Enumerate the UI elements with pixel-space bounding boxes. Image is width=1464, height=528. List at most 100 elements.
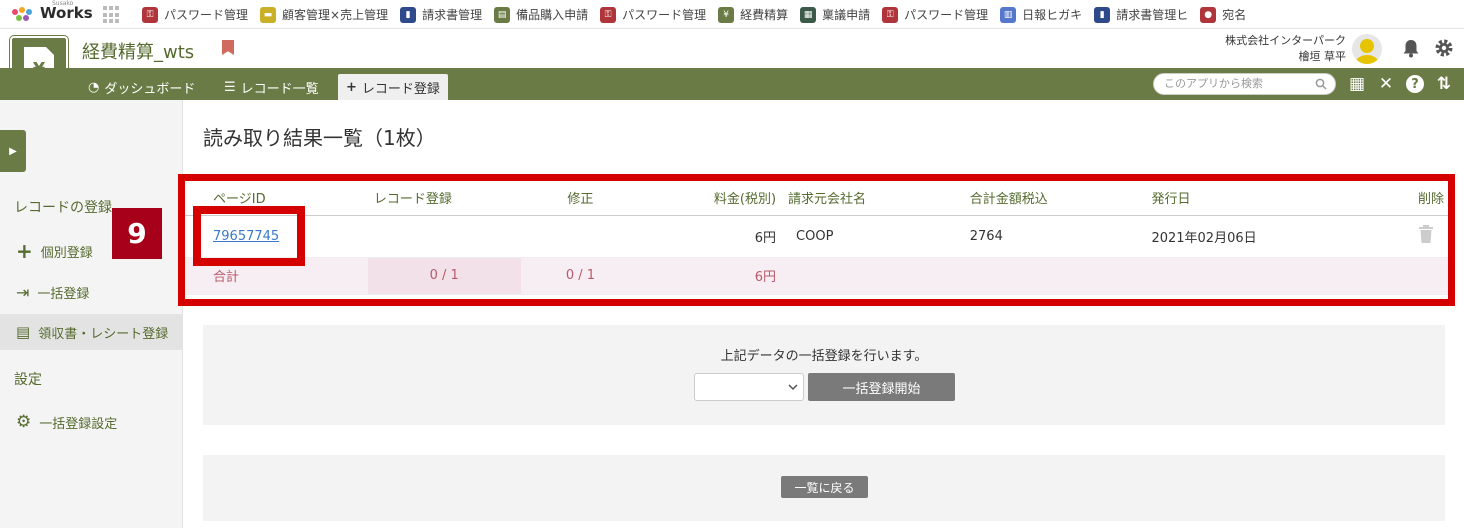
header-date: 発行日 bbox=[1145, 181, 1332, 216]
tools-icon[interactable]: ✕ bbox=[1376, 74, 1396, 94]
page-title: 読み取り結果一覧（1枚） bbox=[203, 126, 436, 150]
app-shortcut-label: パスワード管理 bbox=[164, 8, 249, 22]
app-grid-icon[interactable] bbox=[103, 6, 121, 24]
app-shortcut-label: 経費精算 bbox=[740, 8, 789, 22]
tab-record-list[interactable]: ☰ レコード一覧 bbox=[216, 74, 327, 100]
tab-label: レコード一覧 bbox=[240, 81, 319, 97]
bulk-start-button[interactable]: 一括登録開始 bbox=[808, 373, 955, 401]
sidebar-item-label: 一括登録設定 bbox=[39, 416, 118, 432]
yen-app-icon: ¥ bbox=[718, 6, 735, 23]
trash-icon[interactable] bbox=[1418, 225, 1434, 243]
user-icon bbox=[1355, 39, 1379, 64]
summary-empty bbox=[782, 257, 964, 295]
invoice-app-icon: ▮ bbox=[400, 6, 417, 23]
cell-record bbox=[367, 215, 521, 258]
header-delete: 削除 bbox=[1331, 181, 1448, 216]
tab-label: レコード登録 bbox=[361, 81, 440, 97]
sidebar-item-bulk-settings[interactable]: ⚙ 一括登録設定 bbox=[0, 404, 182, 440]
user-name: 檜垣 草平 bbox=[1298, 50, 1347, 63]
sidebar-item-bulk[interactable]: ⇥ 一括登録 bbox=[0, 274, 182, 310]
app-shortcut[interactable]: ⚿ パスワード管理 bbox=[882, 0, 988, 29]
lock-app-icon: ⚿ bbox=[882, 6, 899, 23]
app-shortcuts: ⚿ パスワード管理 ▬ 顧客管理×売上管理 ▮ 請求書管理 ▤ 備品購入申請 ⚿ パスワード管理 ¥… bbox=[142, 0, 1258, 29]
summary-empty bbox=[963, 257, 1146, 295]
label-app-icon: ● bbox=[1200, 6, 1217, 23]
app-shortcut[interactable]: ⚿ パスワード管理 bbox=[142, 0, 248, 29]
bookmark-icon[interactable] bbox=[222, 40, 234, 55]
avatar[interactable] bbox=[1352, 34, 1382, 64]
app-shortcut[interactable]: ▮ 請求書管理 bbox=[400, 0, 482, 29]
summary-fee: 6円 bbox=[640, 257, 783, 295]
report-app-icon: ▥ bbox=[1000, 6, 1017, 23]
header-company: 請求元会社名 bbox=[782, 181, 964, 216]
table-row: 79657745 6円 COOP 2764 2021年02月06日 bbox=[185, 215, 1448, 258]
header-fee: 料金(税別) bbox=[640, 181, 783, 216]
table-header-row: ページID レコード登録 修正 料金(税別) 請求元会社名 合計金額税込 発行日… bbox=[185, 181, 1448, 216]
app-shortcut[interactable]: ▥ 日報ヒガキ bbox=[1000, 0, 1082, 29]
bulk-register-panel: 上記データの一括登録を行います。 一括登録開始 bbox=[203, 325, 1445, 425]
app-shortcut-label: 宛名 bbox=[1222, 8, 1247, 22]
back-to-list-button[interactable]: 一覧に戻る bbox=[781, 476, 868, 498]
lock-app-icon: ⚿ bbox=[142, 6, 158, 23]
receipt-icon: ▤ bbox=[16, 323, 31, 341]
app-shortcut-label: 請求書管理ヒ bbox=[1116, 8, 1189, 22]
app-shortcut-label: 稟議申請 bbox=[822, 8, 871, 22]
top-bar: Susako Works ⚿ パスワード管理 ▬ 顧客管理×売上管理 ▮ 請求書管理 ▤ 備品… bbox=[0, 0, 1464, 29]
cart-app-icon: ▬ bbox=[260, 6, 277, 23]
app-shortcut[interactable]: ▦ 稟議申請 bbox=[800, 0, 870, 29]
back-panel: 一覧に戻る bbox=[203, 455, 1445, 521]
bulk-select[interactable] bbox=[694, 373, 804, 401]
plus-icon: + bbox=[16, 239, 33, 263]
sidebar-item-label: 一括登録 bbox=[37, 286, 90, 302]
invoice-app-icon: ▮ bbox=[1094, 6, 1111, 23]
summary-empty bbox=[1145, 257, 1332, 295]
tab-record-register[interactable]: + レコード登録 bbox=[338, 74, 448, 100]
app-shortcut-label: 顧客管理×売上管理 bbox=[282, 8, 389, 22]
help-icon[interactable]: ? bbox=[1405, 74, 1425, 94]
tab-dashboard[interactable]: ◔ ダッシュボード bbox=[80, 74, 203, 100]
step-badge: 9 bbox=[112, 208, 162, 259]
sidebar-item-label: 個別登録 bbox=[40, 245, 93, 261]
app-shortcut-label: 日報ヒガキ bbox=[1022, 8, 1083, 22]
app-shortcut[interactable]: ▬ 顧客管理×売上管理 bbox=[260, 0, 388, 29]
header-edit: 修正 bbox=[520, 181, 641, 216]
app-shortcut-label: パスワード管理 bbox=[622, 8, 707, 22]
qr-code-icon[interactable]: ▦ bbox=[1347, 74, 1367, 94]
gear-icon[interactable] bbox=[1434, 38, 1454, 58]
sync-icon[interactable]: ⇅ bbox=[1434, 74, 1454, 94]
chevron-right-icon: ▶ bbox=[9, 145, 17, 157]
app-title: 経費精算_wts bbox=[82, 42, 195, 63]
form-app-icon: ▦ bbox=[800, 6, 817, 23]
user-info: 株式会社インターパーク 檜垣 草平 bbox=[1225, 33, 1346, 65]
header-total: 合計金額税込 bbox=[963, 181, 1146, 216]
import-icon: ⇥ bbox=[16, 282, 30, 302]
plus-icon: + bbox=[346, 79, 357, 95]
search-icon bbox=[1315, 78, 1327, 90]
summary-record: 0 / 1 bbox=[367, 257, 521, 295]
search-placeholder: このアプリから検索 bbox=[1164, 77, 1263, 90]
results-table: ページID レコード登録 修正 料金(税別) 請求元会社名 合計金額税込 発行日… bbox=[185, 181, 1448, 295]
sidebar-toggle[interactable]: ▶ bbox=[0, 130, 26, 172]
list-icon: ☰ bbox=[224, 79, 236, 95]
app-shortcut[interactable]: ¥ 経費精算 bbox=[718, 0, 788, 29]
sidebar-item-receipt[interactable]: ▤ 領収書・レシート登録 bbox=[0, 314, 182, 350]
page-id-highlight bbox=[193, 206, 305, 266]
logo-text: Works bbox=[40, 4, 93, 22]
gear-icon: ⚙ bbox=[16, 412, 32, 432]
cell-date: 2021年02月06日 bbox=[1145, 215, 1332, 258]
app-shortcut[interactable]: ⚿ パスワード管理 bbox=[600, 0, 706, 29]
dashboard-icon: ◔ bbox=[88, 79, 100, 95]
sidebar-section-settings: 設定 bbox=[14, 372, 42, 388]
bell-icon[interactable] bbox=[1401, 38, 1421, 58]
search-input[interactable]: このアプリから検索 bbox=[1153, 73, 1336, 95]
app-shortcut[interactable]: ▮ 請求書管理ヒ bbox=[1094, 0, 1188, 29]
summary-row: 合計 0 / 1 0 / 1 6円 bbox=[185, 257, 1448, 295]
app-shortcut[interactable]: ● 宛名 bbox=[1200, 0, 1246, 29]
app-shortcut[interactable]: ▤ 備品購入申請 bbox=[494, 0, 588, 29]
cell-total: 2764 bbox=[963, 215, 1146, 258]
summary-empty bbox=[1331, 257, 1448, 295]
sidebar-item-label: 領収書・レシート登録 bbox=[38, 326, 169, 342]
lock-app-icon: ⚿ bbox=[600, 6, 617, 23]
bulk-message: 上記データの一括登録を行います。 bbox=[720, 349, 928, 364]
company-name: 株式会社インターパーク bbox=[1225, 34, 1346, 47]
